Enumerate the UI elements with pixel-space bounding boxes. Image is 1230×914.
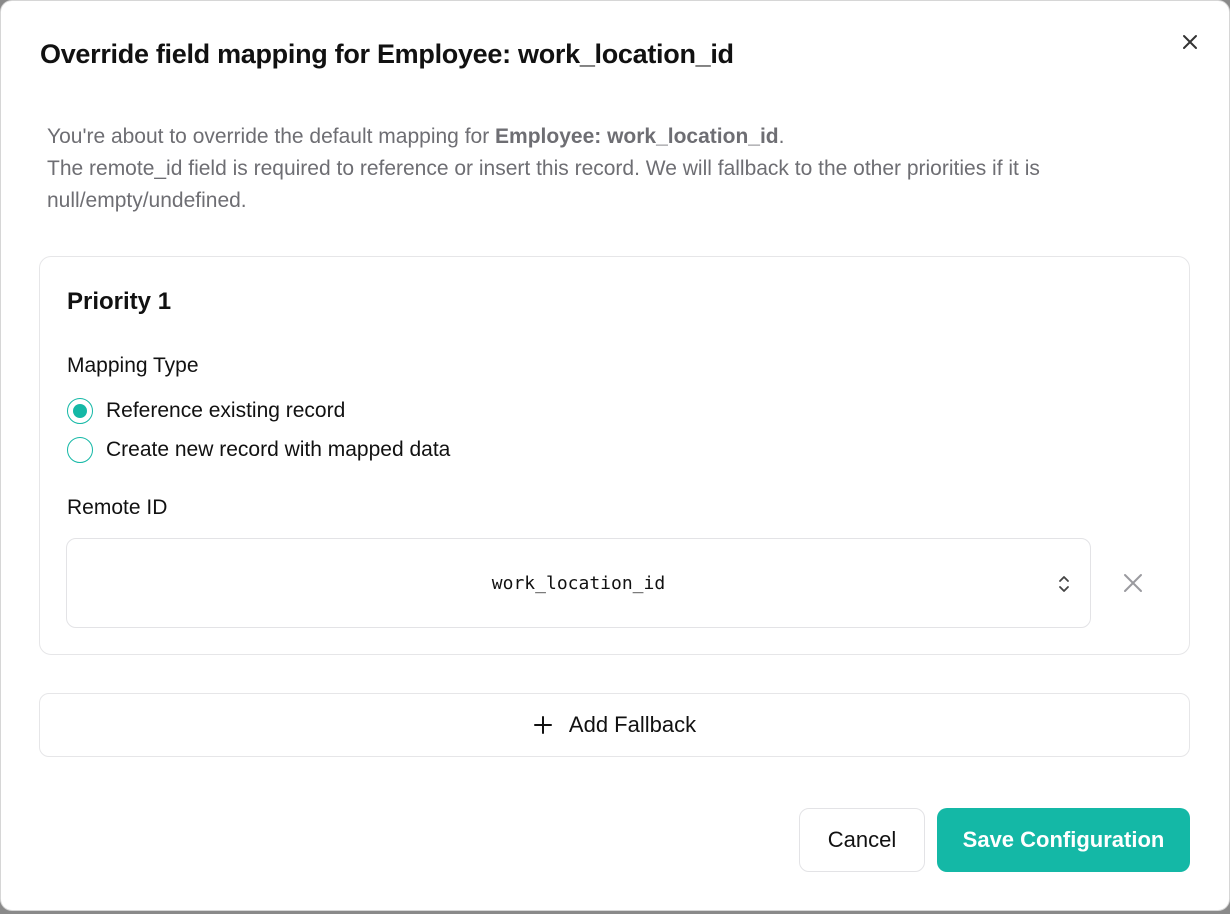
- plus-icon: [533, 716, 552, 734]
- remote-id-select[interactable]: work_location_id: [66, 538, 1091, 628]
- add-fallback-label: Add Fallback: [568, 712, 697, 737]
- radio-label: Reference existing record: [106, 399, 346, 422]
- description-details: The remote_id field is required to refer…: [47, 157, 1040, 212]
- priority-title: Priority 1: [67, 288, 172, 315]
- override-mapping-dialog: Override field mapping for Employee: wor…: [0, 0, 1230, 911]
- radio-button-unchecked[interactable]: [67, 437, 93, 463]
- dialog-description: You're about to override the default map…: [47, 121, 1197, 217]
- remote-id-label: Remote ID: [67, 496, 168, 519]
- description-suffix: .: [778, 125, 785, 148]
- cancel-button[interactable]: Cancel: [799, 808, 925, 872]
- close-icon[interactable]: [1177, 29, 1203, 55]
- radio-button-checked[interactable]: [67, 398, 93, 424]
- remove-mapping-icon[interactable]: [1121, 571, 1145, 595]
- remote-id-value: work_location_id: [491, 573, 666, 594]
- dialog-title: Override field mapping for Employee: wor…: [40, 39, 734, 69]
- description-prefix: You're about to override the default map…: [47, 125, 496, 148]
- radio-label: Create new record with mapped data: [106, 438, 451, 461]
- chevron-up-down-icon: [1059, 576, 1069, 592]
- mapping-type-label: Mapping Type: [67, 354, 199, 377]
- radio-reference-existing[interactable]: Reference existing record: [67, 398, 345, 424]
- priority-card: Priority 1 Mapping Type Reference existi…: [39, 256, 1190, 655]
- description-entity: Employee: work_location_id: [495, 125, 779, 148]
- save-configuration-button[interactable]: Save Configuration: [937, 808, 1190, 872]
- radio-dot: [73, 404, 87, 418]
- radio-create-new[interactable]: Create new record with mapped data: [67, 437, 450, 463]
- add-fallback-button[interactable]: Add Fallback: [39, 693, 1190, 757]
